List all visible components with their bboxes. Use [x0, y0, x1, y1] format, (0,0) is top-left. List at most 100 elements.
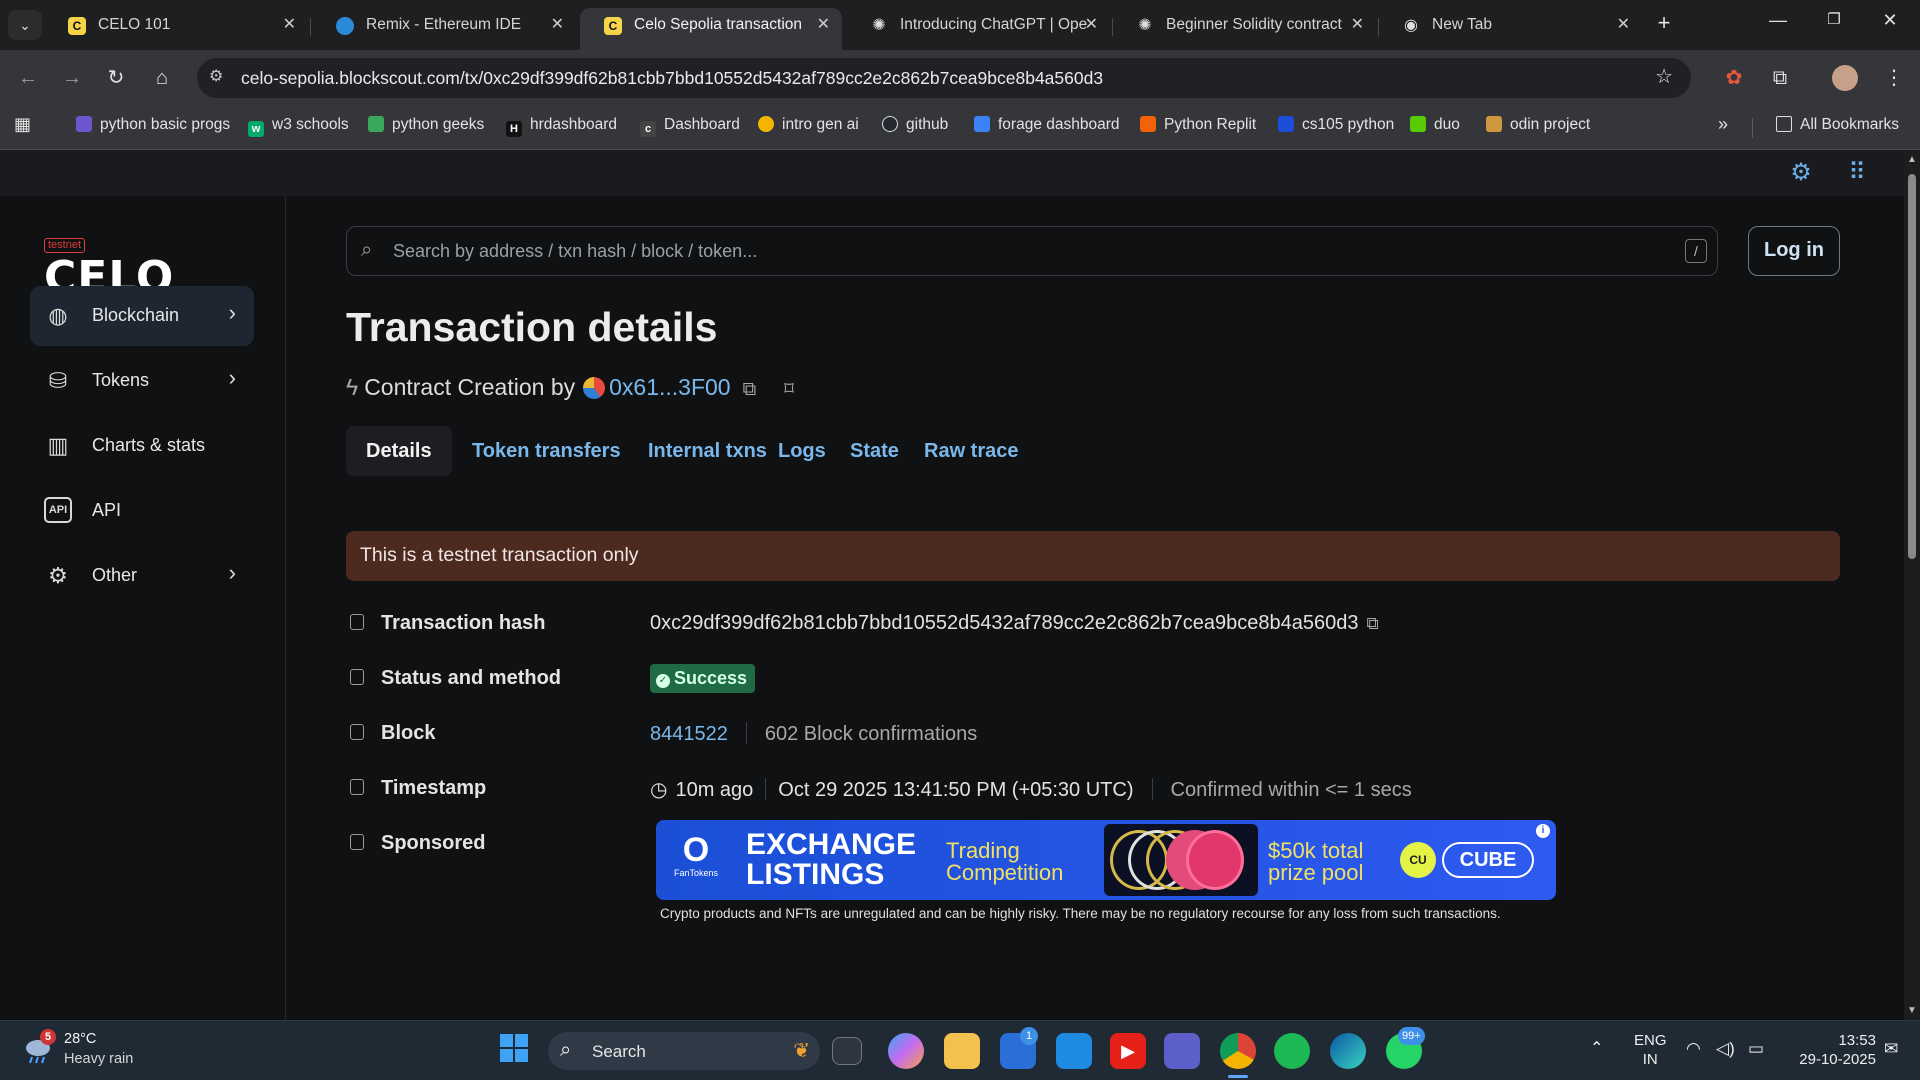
bookmark-python-geeks[interactable]: python geeks	[368, 116, 484, 134]
creator-address-link[interactable]: 0x61...3F00	[609, 374, 730, 400]
apps-grid-icon[interactable]: ⠿	[1842, 158, 1872, 188]
task-view-icon[interactable]	[832, 1037, 862, 1065]
close-icon[interactable]: ✕	[817, 8, 830, 42]
edge-icon[interactable]	[1330, 1033, 1366, 1069]
scroll-down-arrow-icon[interactable]: ▼	[1907, 1005, 1917, 1016]
close-icon[interactable]: ✕	[1085, 8, 1098, 42]
weather-description[interactable]: Heavy rain	[64, 1051, 133, 1067]
bookmark-odin-project[interactable]: odin project	[1486, 116, 1590, 134]
tab-search-button[interactable]: ⌄	[8, 10, 42, 40]
scrollbar-thumb[interactable]	[1908, 174, 1916, 559]
language-indicator[interactable]: ENG IN	[1634, 1031, 1667, 1069]
close-icon[interactable]: ✕	[283, 8, 296, 42]
extension-icon[interactable]: ✿	[1720, 64, 1748, 92]
extensions-puzzle-icon[interactable]: ⧉	[1766, 64, 1794, 92]
block-number-link[interactable]: 8441522	[650, 723, 728, 745]
new-tab-button[interactable]: +	[1644, 10, 1684, 36]
close-icon[interactable]: ✕	[551, 8, 564, 42]
apps-grid-icon[interactable]: ▦	[14, 114, 31, 135]
tab-celo-sepolia-transaction[interactable]: C Celo Sepolia transaction 0x ✕	[580, 8, 842, 50]
bookmark-w3-schools[interactable]: w w3 schools	[248, 116, 349, 137]
bookmark-github[interactable]: github	[882, 116, 948, 134]
tab-chatgpt[interactable]: ✺ Introducing ChatGPT | Ope ✕	[846, 8, 1110, 50]
celo-favicon-icon: C	[68, 17, 86, 35]
info-icon[interactable]	[350, 669, 364, 685]
confirmation-time: Confirmed within <= 1 secs	[1170, 779, 1412, 801]
close-icon[interactable]: ✕	[1617, 8, 1630, 42]
more-bookmarks-chevron-icon[interactable]: »	[1718, 114, 1728, 135]
address-bar[interactable]: ⚙ celo-sepolia.blockscout.com/tx/0xc29df…	[197, 58, 1691, 98]
bookmark-hrdashboard[interactable]: Hhrdashboard	[506, 116, 617, 137]
battery-icon[interactable]: ▭	[1748, 1039, 1764, 1058]
wifi-icon[interactable]: ◠	[1686, 1039, 1701, 1058]
tab-remix[interactable]: Remix - Ethereum IDE ✕	[312, 8, 576, 50]
copilot-icon[interactable]	[888, 1033, 924, 1069]
home-button[interactable]: ⌂	[148, 64, 176, 92]
tab-raw-trace[interactable]: Raw trace	[904, 426, 1039, 476]
divider	[765, 778, 767, 800]
ad-info-icon[interactable]: i	[1536, 824, 1550, 838]
chrome-icon[interactable]	[1220, 1033, 1256, 1069]
tab-beginner-solidity[interactable]: ✺ Beginner Solidity contract ✕	[1112, 8, 1376, 50]
bookmark-python-basic-progs[interactable]: python basic progs	[76, 116, 230, 134]
ad-cta-button[interactable]: CUBE	[1442, 842, 1534, 878]
page-scrollbar[interactable]: ▲ ▼	[1904, 150, 1920, 1020]
profile-avatar[interactable]	[1832, 65, 1858, 91]
sidebar-item-blockchain[interactable]: ◍ Blockchain ›	[30, 286, 254, 346]
bookmark-python-replit[interactable]: Python Replit	[1140, 116, 1256, 134]
show-hidden-icons-chevron-icon[interactable]: ⌃	[1590, 1039, 1603, 1058]
tab-details[interactable]: Details	[346, 426, 452, 476]
spotify-icon[interactable]	[1274, 1033, 1310, 1069]
sidebar-item-charts-stats[interactable]: ▥ Charts & stats	[30, 416, 254, 476]
file-explorer-icon[interactable]	[944, 1033, 980, 1069]
notification-bell-icon[interactable]: ✉	[1884, 1039, 1898, 1058]
windows-start-icon[interactable]	[496, 1033, 532, 1069]
close-window-button[interactable]: ✕	[1870, 10, 1910, 31]
login-button[interactable]: Log in	[1748, 226, 1840, 276]
weather-temp[interactable]: 28°C	[64, 1031, 96, 1047]
ad-banner[interactable]: O FanTokens EXCHANGE LISTINGS Trading Compe…	[656, 820, 1556, 900]
sidebar-item-label: Other	[92, 565, 138, 585]
tab-new-tab[interactable]: ◉ New Tab ✕	[1378, 8, 1642, 50]
reload-button[interactable]: ↻	[102, 64, 130, 92]
all-bookmarks-button[interactable]: All Bookmarks	[1776, 116, 1899, 134]
sponsored-ad[interactable]: O FanTokens EXCHANGE LISTINGS Trading Compe…	[650, 816, 1562, 928]
sidebar-item-other[interactable]: ⚙ Other ›	[30, 546, 254, 606]
copy-icon[interactable]: ⧉	[1366, 614, 1378, 634]
copy-icon[interactable]: ⧉	[743, 379, 757, 401]
info-icon[interactable]	[350, 724, 364, 740]
search-input[interactable]: ⌕ Search by address / txn hash / block /…	[346, 226, 1718, 276]
bookmark-dashboard[interactable]: c Dashboard	[640, 116, 740, 137]
bookmark-forage-dashboard[interactable]: forage dashboard	[974, 116, 1120, 134]
windows-taskbar: 5 28°C Heavy rain ⌕ Search ❦ 1 ▶ 99+ ⌃ E…	[0, 1020, 1920, 1080]
info-icon[interactable]	[350, 834, 364, 850]
close-icon[interactable]: ✕	[1351, 8, 1364, 42]
bookmark-star-icon[interactable]: ☆	[1655, 64, 1673, 89]
tab-celo-101[interactable]: C CELO 101 ✕	[44, 8, 308, 50]
tab-token-transfers[interactable]: Token transfers	[452, 426, 641, 476]
teams-icon[interactable]	[1164, 1033, 1200, 1069]
sidebar-item-api[interactable]: API API	[30, 481, 254, 541]
system-clock[interactable]: 13:53 29-10-2025	[1786, 1031, 1876, 1069]
bookmark-favicon-icon	[368, 116, 384, 132]
url-text[interactable]: celo-sepolia.blockscout.com/tx/0xc29df39…	[241, 68, 1103, 89]
scroll-up-arrow-icon[interactable]: ▲	[1907, 154, 1917, 165]
restore-button[interactable]: ❐	[1814, 10, 1854, 28]
minimize-button[interactable]: —	[1758, 10, 1798, 31]
volume-icon[interactable]: ◁)	[1716, 1039, 1735, 1058]
forward-button[interactable]: →	[58, 64, 86, 92]
youtube-icon[interactable]: ▶	[1110, 1033, 1146, 1069]
bookmark-cs105-python[interactable]: cs105 python	[1278, 116, 1394, 134]
taskbar-search[interactable]: ⌕ Search ❦	[548, 1032, 820, 1070]
add-tag-icon[interactable]: ⌑	[784, 378, 794, 401]
site-settings-icon[interactable]: ⚙	[209, 66, 223, 86]
info-icon[interactable]	[350, 779, 364, 795]
info-icon[interactable]	[350, 614, 364, 630]
sidebar-item-tokens[interactable]: ⛁ Tokens ›	[30, 351, 254, 411]
menu-kebab-icon[interactable]: ⋮	[1880, 64, 1908, 92]
bookmark-intro-gen-ai[interactable]: intro gen ai	[758, 116, 859, 134]
back-button[interactable]: ←	[14, 64, 42, 92]
alexa-app-icon[interactable]	[1056, 1033, 1092, 1069]
settings-gear-icon[interactable]: ⚙	[1786, 158, 1816, 188]
bookmark-duo[interactable]: duo	[1410, 116, 1460, 134]
